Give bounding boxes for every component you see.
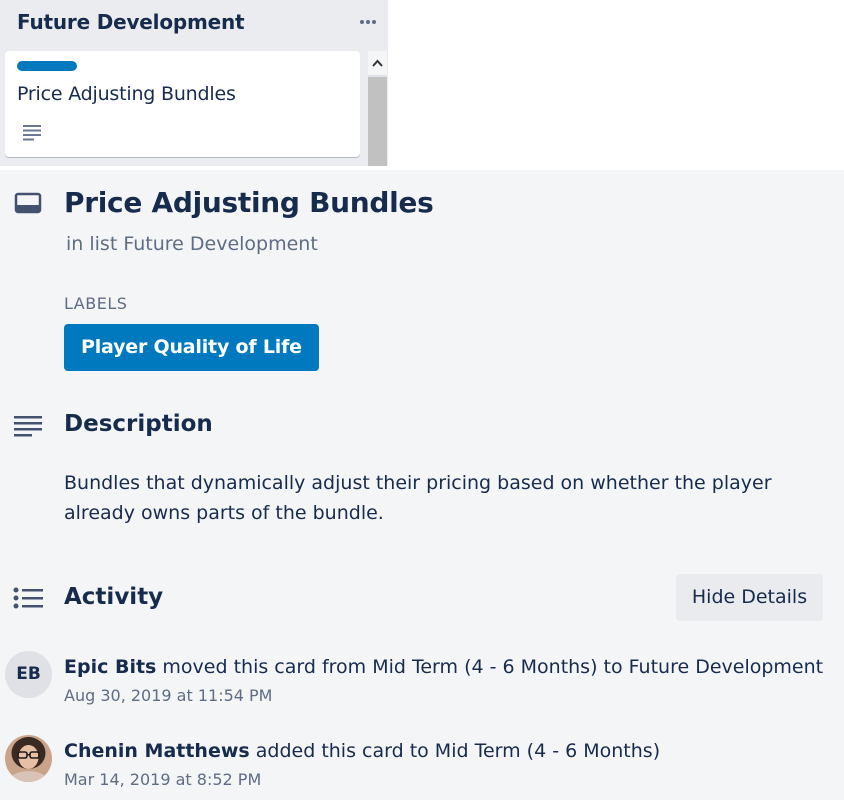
scroll-up-button[interactable] — [368, 51, 387, 75]
activity-text: Epic Bits moved this card from Mid Term … — [64, 656, 823, 678]
activity-icon — [13, 587, 43, 609]
card-title[interactable]: Price Adjusting Bundles — [64, 186, 434, 219]
list-scrollbar[interactable] — [368, 51, 387, 166]
activity-timestamp[interactable]: Mar 14, 2019 at 8:52 PM — [64, 770, 261, 789]
labels-heading: LABELS — [64, 294, 128, 313]
activity-action: added this card to Mid Term (4 - 6 Month… — [255, 740, 661, 762]
list-title[interactable]: Future Development — [17, 10, 245, 34]
member-name[interactable]: Epic Bits — [64, 656, 156, 678]
avatar-photo — [5, 735, 52, 782]
ellipsis-icon[interactable] — [354, 6, 382, 34]
chevron-up-icon — [372, 59, 383, 67]
avatar[interactable]: EB — [5, 651, 52, 698]
card-detail: Price Adjusting Bundles in list Future D… — [0, 170, 844, 800]
activity-item: Chenin Matthews added this card to Mid T… — [0, 732, 844, 792]
description-icon — [14, 416, 42, 437]
scroll-thumb[interactable] — [368, 77, 387, 166]
description-heading: Description — [64, 411, 213, 437]
in-list-prefix: in list — [66, 233, 118, 255]
hide-details-button[interactable]: Hide Details — [676, 574, 823, 621]
avatar[interactable] — [5, 735, 52, 782]
label-player-quality-of-life[interactable]: Player Quality of Life — [64, 324, 319, 371]
list-panel: Future Development Price Adjusting Bundl… — [0, 0, 388, 166]
member-name[interactable]: Chenin Matthews — [64, 740, 250, 762]
description-icon — [23, 125, 41, 141]
list-card-title: Price Adjusting Bundles — [17, 83, 236, 105]
activity-action: moved this card from Mid Term (4 - 6 Mon… — [162, 656, 824, 678]
activity-timestamp[interactable]: Aug 30, 2019 at 11:54 PM — [64, 686, 272, 705]
list-card[interactable]: Price Adjusting Bundles — [5, 51, 360, 157]
list-link[interactable]: Future Development — [123, 233, 317, 255]
card-icon — [14, 192, 42, 214]
card-label-bar[interactable] — [17, 61, 77, 71]
activity-item: EB Epic Bits moved this card from Mid Te… — [0, 648, 844, 708]
activity-heading: Activity — [64, 584, 164, 610]
in-list-text: in list Future Development — [66, 233, 318, 255]
activity-text: Chenin Matthews added this card to Mid T… — [64, 740, 660, 762]
description-text[interactable]: Bundles that dynamically adjust their pr… — [64, 468, 834, 528]
